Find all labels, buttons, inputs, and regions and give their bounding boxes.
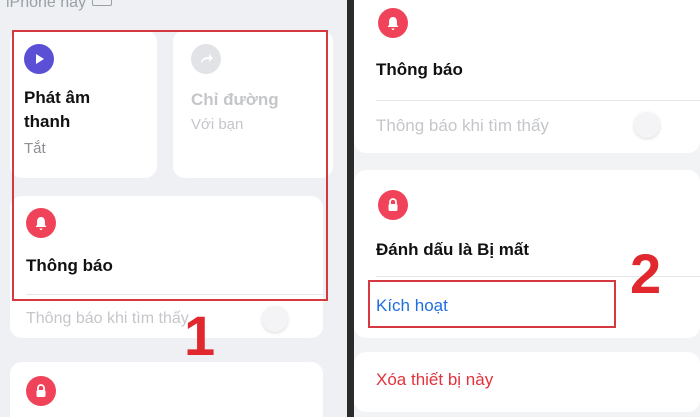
- battery-icon: [92, 0, 112, 6]
- notify-when-found-toggle[interactable]: [262, 306, 288, 332]
- step-number-1: 1: [184, 304, 216, 367]
- mark-lost-title: Đánh dấu là Bị mất: [376, 240, 530, 259]
- bell-icon: [378, 8, 408, 38]
- notify-when-found-label-right: Thông báo khi tìm thấy: [376, 116, 549, 135]
- divider-line: [376, 100, 700, 101]
- notify-when-found-label: Thông báo khi tìm thấy: [26, 310, 189, 327]
- erase-device-card[interactable]: Xóa thiết bị này: [354, 352, 700, 412]
- mark-lost-card[interactable]: [10, 362, 323, 417]
- device-label: iPhone này: [6, 0, 87, 11]
- lock-icon: [378, 190, 408, 220]
- notify-when-found-toggle-right[interactable]: [634, 112, 660, 138]
- highlight-box-2: [368, 280, 616, 328]
- panel-divider: [347, 0, 354, 417]
- step-number-2: 2: [630, 242, 662, 305]
- notifications-title-right: Thông báo: [376, 60, 463, 79]
- lock-icon: [26, 376, 56, 406]
- erase-device-link[interactable]: Xóa thiết bị này: [376, 370, 493, 390]
- notifications-card-right[interactable]: Thông báo Thông báo khi tìm thấy: [354, 0, 700, 153]
- left-panel: iPhone này Phát âm thanh Tắt Chỉ đường V…: [0, 0, 347, 417]
- right-panel: Thông báo Thông báo khi tìm thấy Đánh dấ…: [354, 0, 700, 417]
- highlight-box-1: [12, 30, 328, 301]
